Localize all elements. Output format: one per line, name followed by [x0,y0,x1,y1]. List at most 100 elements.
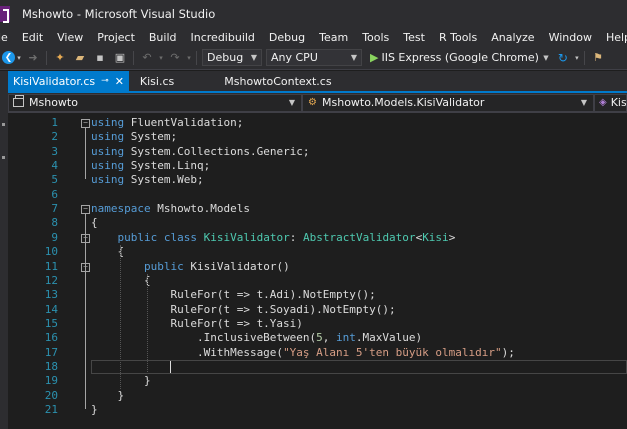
code-line: 8{ [8,216,627,230]
new-project-icon[interactable]: ✦ [53,51,67,65]
menu-help[interactable]: Help [599,31,627,44]
type-select[interactable]: ⚙ Mshowto.Models.KisiValidator ▼ [302,93,594,112]
line-number: 18 [44,359,58,373]
close-icon[interactable]: ✕ [115,75,124,88]
solution-platform-select[interactable]: Any CPU ▼ [266,49,362,66]
code-text: using System.Web; [91,173,204,187]
line-number: 3 [51,144,58,158]
line-number: 2 [51,130,58,144]
line-number: 8 [51,216,58,230]
solution-platform-value: Any CPU [271,51,318,64]
start-debugging-button[interactable]: IIS Express (Google Chrome) [381,51,538,64]
line-number: 4 [51,159,58,173]
code-text: using FluentValidation; [91,116,244,129]
line-number: 16 [44,331,58,345]
left-tool-window-strip [0,71,8,429]
solution-configuration-value: Debug [207,51,244,64]
toolbar-separator [583,50,585,65]
save-all-icon[interactable]: ▣ [113,51,127,65]
code-text: { [91,245,125,259]
menu-edit[interactable]: Edit [15,31,50,44]
code-text: { [91,216,98,230]
menu-test[interactable]: Test [396,31,432,44]
menu-tools[interactable]: Tools [355,31,396,44]
tool-window-marker [2,123,5,126]
chevron-down-icon: ▼ [580,98,587,107]
open-file-icon[interactable]: ▰ [73,51,87,65]
tab-label: MshowtoContext.cs [224,74,332,88]
refresh-icon[interactable]: ↻ [556,51,570,65]
menu-file[interactable]: le [0,31,15,44]
menu-debug[interactable]: Debug [262,31,312,44]
navigate-forward-icon[interactable]: ➜ [26,51,40,65]
tab-kisivalidator[interactable]: KisiValidator.cs ⊸ ✕ [8,71,129,91]
menu-incredibuild[interactable]: Incredibuild [184,31,262,44]
redo-dropdown-icon[interactable]: ▾ [186,51,192,65]
code-line: 19 } [8,374,627,388]
solution-configuration-select[interactable]: Debug ▼ [202,49,262,66]
code-text: using System.Linq; [91,159,211,173]
chevron-down-icon: ▼ [350,53,357,62]
collapse-region-icon[interactable]: − [81,119,90,128]
line-number: 15 [44,316,58,330]
tab-mshowtocontext[interactable]: MshowtoContext.cs [219,71,336,91]
save-icon[interactable]: ▪ [93,51,107,65]
menu-r-tools[interactable]: R Tools [432,31,484,44]
code-editor[interactable]: 1− using FluentValidation; 2 using System; 3… [8,114,627,429]
code-text: .WithMessage("Yaş Alanı 5'ten büyük olma… [91,345,515,359]
tab-label: KisiValidator.cs [13,74,96,88]
class-icon: ⚙ [308,97,317,108]
method-icon: ◈ [599,97,607,108]
menu-window[interactable]: Window [542,31,599,44]
navigate-back-icon[interactable]: ❮ [2,51,15,64]
menu-team[interactable]: Team [312,31,355,44]
code-line: 4 using System.Linq; [8,159,627,173]
code-line: 21} [8,403,627,417]
fold-region-line [85,128,86,180]
collapse-region-icon[interactable]: − [81,205,90,215]
member-select-value: Kisi [610,96,627,109]
code-text: RuleFor(t => t.Yasi) [91,316,303,330]
browser-link-icon[interactable]: ⚑ [591,51,605,65]
code-line: 9− public class KisiValidator: AbstractV… [8,231,627,245]
undo-dropdown-icon[interactable]: ▾ [158,51,164,65]
member-select[interactable]: ◈ Kisi [594,93,627,112]
code-text: } [91,403,98,416]
line-number: 14 [44,302,58,316]
refresh-dropdown-icon[interactable]: ▾ [574,51,580,65]
code-line: 12 { [8,274,627,288]
redo-icon[interactable]: ↷ [168,51,182,65]
tab-kisi[interactable]: Kisi.cs [135,71,179,91]
toolbar-separator [196,50,197,65]
pin-icon[interactable]: ⊸ [101,76,109,86]
project-select[interactable]: Mshowto ▼ [8,93,302,112]
start-debugging-icon[interactable]: ▶ [370,51,378,64]
code-text: using System; [91,130,178,144]
run-target-dropdown-icon[interactable]: ▼ [542,51,550,65]
menu-project[interactable]: Project [90,31,142,44]
menu-view[interactable]: View [50,31,90,44]
undo-icon[interactable]: ↶ [140,51,154,65]
line-number: 12 [44,273,58,287]
code-text: } [91,388,125,402]
back-dropdown-icon[interactable]: ▾ [16,51,22,65]
menu-build[interactable]: Build [142,31,184,44]
chevron-down-icon: ▼ [288,98,295,107]
fold-region-line [85,214,86,409]
line-number: 21 [44,403,58,416]
menu-analyze[interactable]: Analyze [484,31,541,44]
code-text: public class KisiValidator: AbstractVali… [117,230,456,244]
code-line: 11− public KisiValidator() [8,260,627,274]
line-number: 6 [51,187,58,201]
line-number: 13 [44,288,58,302]
line-number: 9 [51,230,58,244]
title-bar: Mshowto - Microsoft Visual Studio [0,0,627,28]
line-number: 7 [51,202,58,216]
document-tab-bar: KisiValidator.cs ⊸ ✕ Kisi.cs MshowtoCont… [8,71,627,93]
code-line: 13 RuleFor(t => t.Adi).NotEmpty(); [8,288,627,302]
code-text: namespace Mshowto.Models [91,202,250,216]
code-text: .InclusiveBetween(5, int.MaxValue) [91,331,423,345]
project-select-value: Mshowto [29,96,78,109]
code-line: 15 RuleFor(t => t.Yasi) [8,317,627,331]
type-select-value: Mshowto.Models.KisiValidator [322,96,485,109]
